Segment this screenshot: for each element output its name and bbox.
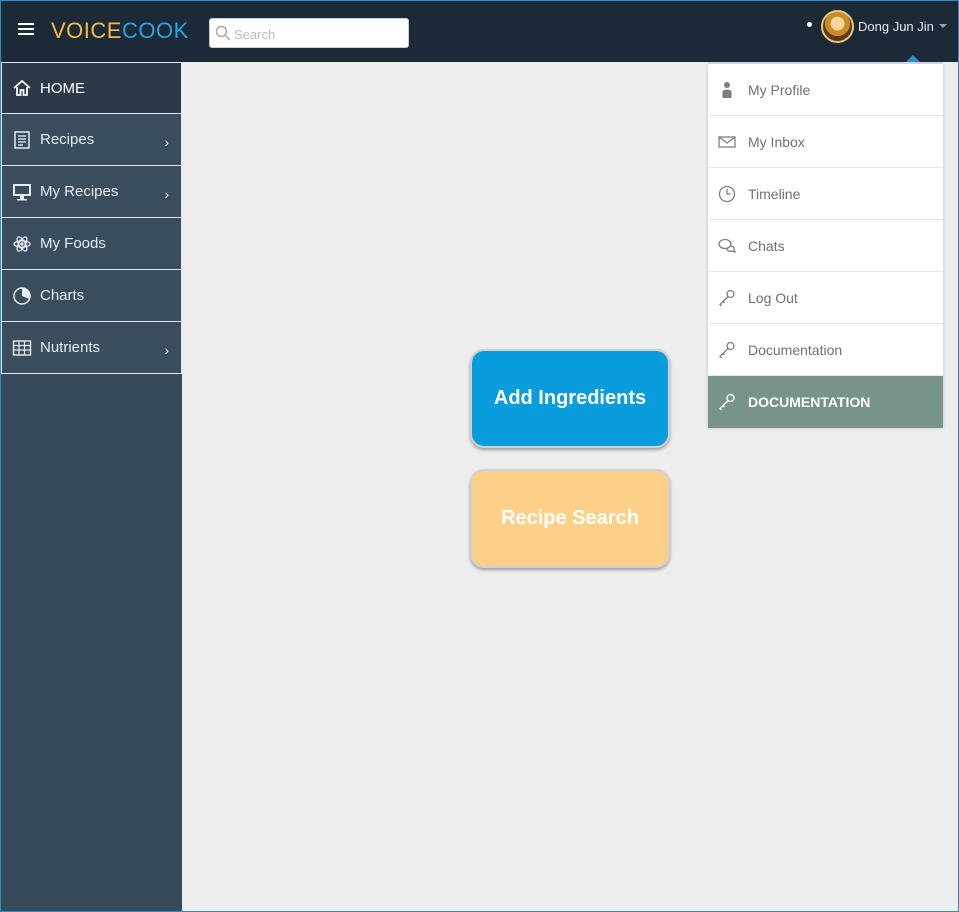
menu-item-my-inbox[interactable]: My Inbox	[708, 116, 943, 168]
user-icon	[722, 81, 732, 98]
sidebar-item-charts[interactable]: Charts	[1, 270, 182, 322]
chevron-down-icon	[938, 24, 947, 28]
menu-item-label: My Profile	[748, 81, 811, 98]
recipe-search-button[interactable]: Recipe Search	[470, 469, 670, 568]
key-icon	[719, 289, 735, 306]
online-status-dot	[807, 22, 812, 27]
menu-item-my-profile[interactable]: My Profile	[708, 64, 943, 116]
menu-item-documentation[interactable]: Documentation	[708, 324, 943, 376]
sidebar-item-my-foods[interactable]: My Foods	[1, 218, 182, 270]
menu-item-log-out[interactable]: Log Out	[708, 272, 943, 324]
chevron-right-icon: ›	[164, 134, 169, 150]
sidebar-item-label: Charts	[40, 287, 85, 304]
app-logo[interactable]: VOICECOOK	[51, 18, 189, 44]
menu-item-label: Log Out	[748, 289, 798, 306]
sidebar-item-label: Recipes	[40, 131, 95, 148]
menu-toggle-icon[interactable]	[18, 23, 34, 37]
pie-chart-icon	[13, 286, 31, 305]
menu-item-label: My Inbox	[748, 133, 805, 150]
menu-item-documentation-active[interactable]: DOCUMENTATION	[708, 376, 943, 428]
search-input[interactable]	[234, 23, 404, 45]
sidebar-item-home[interactable]: HOME	[1, 62, 182, 114]
sidebar-item-my-recipes[interactable]: My Recipes ›	[1, 166, 182, 218]
search-icon	[215, 25, 231, 41]
sidebar: HOME Recipes › My Recipes › My Foods Cha…	[1, 62, 182, 911]
sidebar-item-label: My Foods	[40, 235, 106, 252]
envelope-icon	[718, 135, 736, 148]
sidebar-item-label: Nutrients	[40, 339, 101, 356]
logo-cook-text: COOK	[121, 18, 189, 43]
chevron-right-icon: ›	[164, 342, 169, 358]
app-window: VOICECOOK Dong Jun Jin HOME	[0, 0, 959, 912]
home-icon	[13, 79, 31, 96]
grid-table-icon	[12, 339, 32, 356]
logo-voice-text: VOICE	[51, 18, 122, 43]
search-box	[209, 18, 409, 48]
sidebar-item-nutrients[interactable]: Nutrients ›	[1, 322, 182, 374]
key-icon	[719, 393, 735, 411]
user-name: Dong Jun Jin	[858, 18, 934, 34]
user-menu-toggle[interactable]: Dong Jun Jin	[821, 9, 947, 43]
user-dropdown-menu: My Profile My Inbox Timeline Chats Log O…	[708, 62, 943, 428]
sidebar-item-recipes[interactable]: Recipes ›	[1, 114, 182, 166]
dropdown-pointer	[906, 55, 920, 62]
sidebar-item-label: HOME	[40, 79, 85, 97]
sidebar-item-label: My Recipes	[40, 183, 119, 200]
add-ingredients-button[interactable]: Add Ingredients	[470, 349, 670, 448]
menu-item-chats[interactable]: Chats	[708, 220, 943, 272]
menu-item-timeline[interactable]: Timeline	[708, 168, 943, 220]
menu-item-label: DOCUMENTATION	[748, 394, 871, 410]
menu-item-label: Timeline	[748, 185, 801, 202]
chat-bubbles-icon	[718, 238, 736, 253]
avatar	[821, 9, 854, 43]
key-icon	[719, 341, 735, 358]
menu-item-label: Documentation	[748, 341, 843, 358]
menu-item-label: Chats	[748, 237, 785, 254]
atom-icon	[13, 235, 31, 252]
clock-icon	[718, 185, 736, 202]
top-navbar: VOICECOOK Dong Jun Jin	[1, 1, 958, 62]
monitor-icon	[13, 183, 31, 200]
chevron-right-icon: ›	[164, 186, 169, 202]
document-icon	[14, 130, 30, 149]
